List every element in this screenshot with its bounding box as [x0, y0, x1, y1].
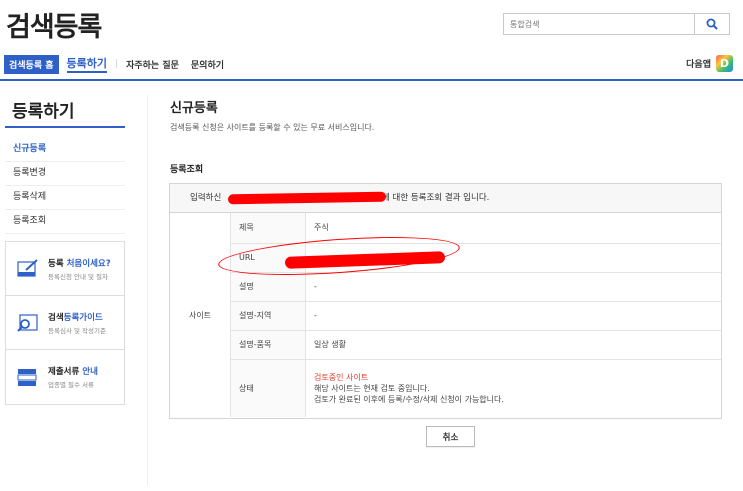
sidebar-item-new[interactable]: 신규등록	[5, 138, 125, 162]
search-button[interactable]	[694, 14, 729, 34]
guide-registration[interactable]: 검색등록가이드 등록심사 및 작성기준	[6, 296, 124, 350]
guide-documents-sub: 업종별 필수 서류	[48, 381, 94, 389]
section-title: 등록조회	[170, 165, 204, 175]
nav-faq[interactable]: 자주하는 질문	[126, 58, 179, 71]
row-label: 제목	[230, 213, 306, 244]
status-line: 해당 사이트는 현재 검토 중입니다.	[314, 383, 430, 393]
guide-first-time[interactable]: 등록 처음이세요? 등록신청 안내 및 절차	[6, 242, 124, 296]
search-icon	[706, 18, 718, 30]
cancel-button[interactable]: 취소	[426, 426, 475, 447]
nav-register[interactable]: 등록하기	[66, 55, 108, 73]
table-row: 설명-품목 일상 생활	[170, 330, 721, 360]
service-logo[interactable]: 검색등록	[6, 5, 102, 44]
row-label: 설명-품목	[230, 330, 306, 360]
row-label: 설명	[230, 272, 306, 302]
lookup-result-panel: 입력하신 에 대한 등록조회 결과 입니다. 사이트 제목 주식 URL 설명 …	[169, 183, 722, 419]
table-row: 사이트 제목 주식	[170, 213, 721, 417]
search-input[interactable]	[504, 14, 694, 34]
page-title: 신규등록	[170, 101, 218, 116]
daum-app-link[interactable]: 다음앱 D	[686, 55, 733, 72]
pencil-document-icon	[17, 258, 38, 277]
guide-first-time-sub: 등록신청 안내 및 절차	[48, 272, 109, 281]
row-value: -	[305, 272, 721, 302]
status-line: 검토가 완료된 이후에 등록/수정/삭제 신청이 가능합니다.	[314, 394, 504, 404]
guide-box: 등록 처음이세요? 등록신청 안내 및 절차 검색등록가이드 등록심사 및 작성…	[5, 241, 125, 405]
guide-registration-sub: 등록심사 및 작성기준	[48, 326, 106, 335]
daum-app-label: 다음앱	[686, 60, 711, 70]
daum-app-icon: D	[716, 55, 733, 72]
top-nav: 검색등록 홈 등록하기 | 자주하는 질문 문의하기	[4, 54, 236, 74]
result-message: 입력하신 에 대한 등록조회 결과 입니다.	[170, 184, 721, 213]
nav-separator: |	[115, 59, 119, 69]
status-cell: 검토중인 사이트 해당 사이트는 현재 검토 중입니다. 검토가 완료된 이후에…	[306, 359, 722, 417]
table-row: 설명-지역 -	[170, 301, 721, 331]
guide-registration-title: 검색등록가이드	[48, 312, 103, 323]
row-value: 일상 생활	[305, 330, 721, 360]
row-value: -	[305, 301, 721, 331]
sidebar-item-change[interactable]: 등록변경	[5, 162, 125, 186]
sidebar-item-lookup[interactable]: 등록조회	[5, 210, 125, 234]
table-row: 상태 검토중인 사이트 해당 사이트는 현재 검토 중입니다. 검토가 완료된 …	[170, 359, 721, 417]
guide-documents-title: 제출서류 안내	[48, 367, 98, 377]
column-divider	[147, 95, 148, 485]
nav-inquiry[interactable]: 문의하기	[191, 58, 224, 71]
sidebar-menu: 신규등록 등록변경 등록삭제 등록조회	[5, 138, 125, 234]
sidebar-divider	[5, 126, 125, 128]
site-label: 사이트	[170, 213, 231, 417]
nav-home[interactable]: 검색등록 홈	[4, 54, 59, 74]
header-divider	[0, 79, 743, 81]
search-box	[503, 13, 730, 35]
guide-documents[interactable]: 제출서류 안내 업종별 필수 서류	[6, 350, 124, 404]
row-label: 설명-지역	[230, 301, 306, 331]
sidebar-title: 등록하기	[12, 102, 75, 122]
table-row: 설명 -	[170, 272, 721, 302]
redaction-mark	[227, 191, 387, 205]
document-stack-icon	[17, 369, 37, 386]
page-description: 검색등록 신청은 사이트를 등록할 수 있는 무료 서비스입니다.	[170, 123, 375, 132]
row-label: 상태	[230, 359, 306, 417]
status-badge: 검토중인 사이트	[314, 372, 369, 382]
guide-first-time-title: 등록 처음이세요?	[48, 258, 111, 269]
sidebar-item-delete[interactable]: 등록삭제	[5, 186, 125, 210]
magnifier-document-icon	[17, 313, 38, 332]
